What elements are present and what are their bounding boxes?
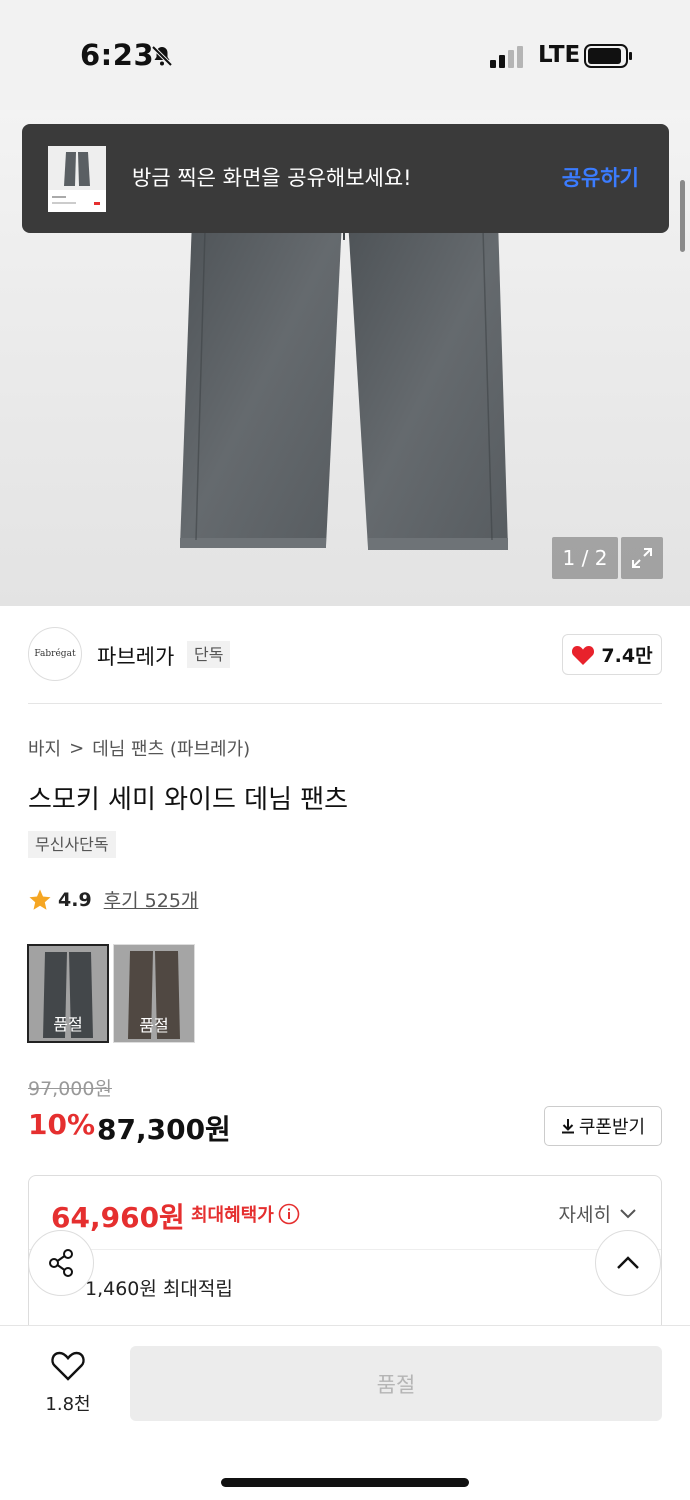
wishlist-button[interactable]: 1.8천 [30,1350,106,1416]
share-button[interactable] [28,1230,94,1296]
soldout-label: 품절 [139,1016,169,1035]
scroll-to-top-button[interactable] [595,1230,661,1296]
sale-price: 87,300원 [97,1113,231,1146]
battery-icon [584,44,632,68]
color-option-gray[interactable]: 품절 [27,944,109,1043]
bottom-action-bar: 1.8천 품절 [0,1325,690,1500]
max-benefit-box: 64,960원 최대혜택가 자세히 1,460원 최대적립 [28,1175,662,1345]
heart-filled-icon [572,645,595,665]
soldout-button[interactable]: 품절 [130,1346,662,1421]
status-time: 6:23 [80,38,155,72]
star-icon [29,889,51,910]
original-price: 97,000원 [28,1078,112,1100]
max-benefit-label[interactable]: 최대혜택가 [191,1201,300,1227]
color-option-brown[interactable]: 품절 [113,944,195,1043]
discount-rate: 10% [28,1108,96,1141]
divider [28,703,662,704]
benefit-detail-label: 자세히 [558,1204,611,1226]
max-points: 1,460원 최대적립 [85,1278,233,1300]
brand-exclusive-badge: 단독 [187,641,231,668]
divider [29,1249,661,1250]
product-title: 스모키 세미 와이드 데님 팬츠 [28,785,349,815]
rating-score: 4.9 [58,888,92,911]
breadcrumb: 바지 > 데님 팬츠 (파브레가) [28,735,250,761]
review-link[interactable]: 후기 525개 [104,886,199,913]
brand-logo[interactable]: Fabrégat [28,627,82,681]
brand-like-count: 7.4만 [601,645,653,667]
wishlist-count: 1.8천 [45,1394,91,1415]
download-icon [561,1119,574,1134]
info-icon [278,1203,300,1225]
page-scrollbar[interactable] [680,180,685,252]
share-icon [49,1249,73,1277]
expand-image-button[interactable] [621,537,663,579]
coupon-label: 쿠폰받기 [578,1117,646,1138]
share-toast: 방금 찍은 화면을 공유해보세요! 공유하기 [22,124,669,233]
screenshot-thumbnail[interactable] [48,146,106,212]
image-counter: 1 / 2 [552,537,618,579]
breadcrumb-category[interactable]: 바지 [28,735,61,761]
max-benefit-price: 64,960원 [51,1201,185,1234]
network-label: LTE [538,42,581,68]
breadcrumb-subcategory[interactable]: 데님 팬츠 (파브레가) [92,735,250,761]
chevron-down-icon [620,1208,636,1218]
brand-like-button[interactable]: 7.4만 [562,634,662,675]
toast-share-button[interactable]: 공유하기 [562,162,639,192]
benefit-detail-button[interactable]: 자세히 [559,1200,637,1227]
chevron-up-icon [617,1256,639,1269]
max-benefit-label-text: 최대혜택가 [191,1205,274,1226]
bell-muted-icon [151,45,173,67]
toast-message: 방금 찍은 화면을 공유해보세요! [132,166,412,190]
expand-icon [632,548,652,568]
rating-row: 4.9 후기 525개 [28,886,198,913]
breadcrumb-separator: > [69,737,85,759]
heart-outline-icon [51,1351,85,1381]
brand-name-link[interactable]: 파브레가 [97,641,174,671]
soldout-label: 품절 [53,1015,83,1034]
brand-logo-text: Fabrégat [34,649,76,659]
home-indicator[interactable] [221,1478,469,1487]
exclusive-badge: 무신사단독 [28,831,116,858]
coupon-download-button[interactable]: 쿠폰받기 [544,1106,662,1146]
status-bar: 6:23 LTE [0,0,690,110]
signal-icon [490,46,523,68]
